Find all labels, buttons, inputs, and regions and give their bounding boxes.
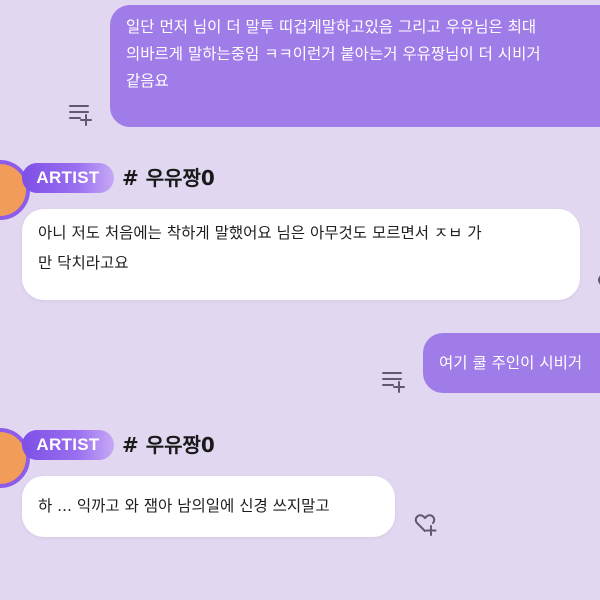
- add-to-playlist-icon[interactable]: [67, 101, 93, 127]
- outgoing-message-bubble[interactable]: 여기 쿨 주인이 시비거: [423, 333, 600, 393]
- outgoing-message-bubble[interactable]: 일단 먼저 님이 더 말투 띠겁게말하고있음 그리고 우유님은 최대 의바르게 …: [110, 5, 600, 127]
- message-line: 의바르게 말하는중임 ㅋㅋ이런거 붙아는거 우유짱님이 더 시비거: [126, 45, 541, 63]
- username[interactable]: # 우유짱0: [122, 163, 215, 193]
- username[interactable]: # 우유짱0: [122, 430, 215, 460]
- message-line: 하 ... 익까고 와 잼아 남의일에 신경 쓰지말고: [38, 497, 330, 515]
- message-line: 아니 저도 처음에는 착하게 말했어요 님은 아무것도 모르면서 ㅈㅂ 가: [38, 224, 482, 242]
- message-line: 일단 먼저 님이 더 말투 띠겁게말하고있음 그리고 우유님은 최대: [126, 18, 537, 36]
- message-line: 같음요: [126, 72, 169, 90]
- artist-badge: ARTIST: [22, 430, 114, 460]
- chat-screen: 일단 먼저 님이 더 말투 띠겁게말하고있음 그리고 우유님은 최대 의바르게 …: [0, 0, 600, 600]
- artist-badge: ARTIST: [22, 163, 114, 193]
- add-to-playlist-icon[interactable]: [380, 368, 406, 394]
- heart-add-icon[interactable]: [412, 510, 438, 536]
- incoming-message-bubble[interactable]: 아니 저도 처음에는 착하게 말했어요 님은 아무것도 모르면서 ㅈㅂ 가 만 …: [22, 209, 580, 300]
- reaction-icon[interactable]: [594, 273, 600, 287]
- incoming-message-bubble[interactable]: 하 ... 익까고 와 잼아 남의일에 신경 쓰지말고: [22, 476, 395, 537]
- message-line: 만 닥치라고요: [38, 254, 129, 272]
- message-line: 여기 쿨 주인이 시비거: [439, 354, 583, 372]
